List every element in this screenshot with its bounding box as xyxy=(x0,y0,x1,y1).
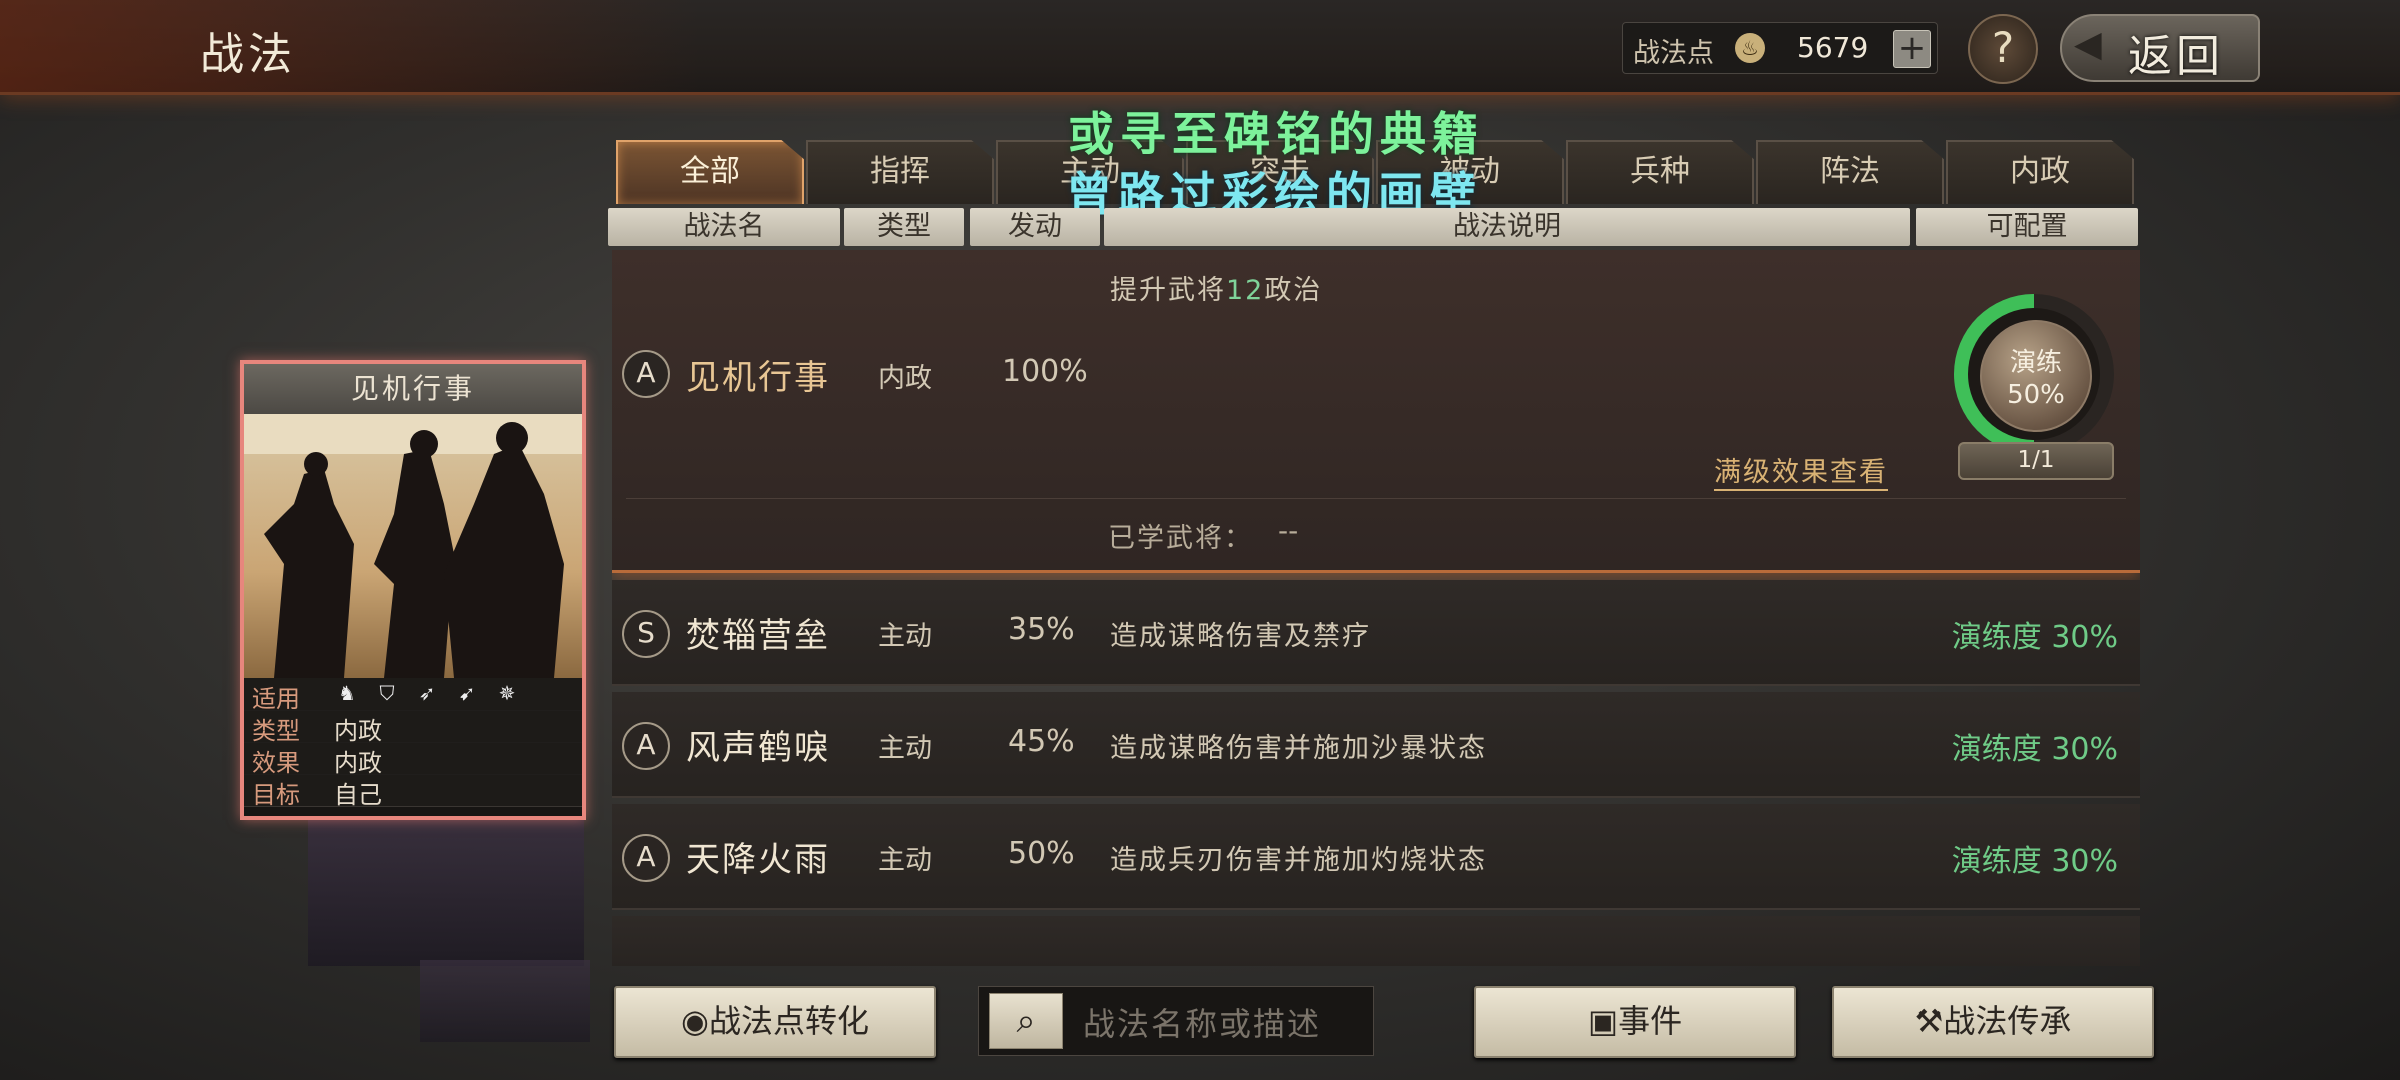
max-level-effect-link[interactable]: 满级效果查看 xyxy=(1714,450,1888,491)
search-box[interactable]: ⌕ 战法名称或描述 xyxy=(978,986,1374,1056)
type-label: 类型 xyxy=(252,717,300,745)
column-header-name[interactable]: 战法名 xyxy=(608,208,840,246)
events-label: 事件 xyxy=(1618,1002,1683,1040)
silhouette-art xyxy=(244,414,582,678)
train-label: 演练 xyxy=(2009,348,2062,378)
train-button[interactable]: 演练 50% xyxy=(1980,320,2092,432)
page-title: 战法 xyxy=(200,29,296,80)
learned-generals-label: 已学武将： xyxy=(1108,523,1253,554)
tactic-points-box: 战法点 ♨ 5679 + xyxy=(1622,22,1938,74)
tactic-description: 提升武将12政治 xyxy=(1110,268,1322,307)
effect-label: 效果 xyxy=(252,749,300,777)
tactic-type: 主动 xyxy=(878,733,932,764)
tactic-type: 主动 xyxy=(878,845,932,876)
flame-icon: ♨ xyxy=(1735,33,1765,63)
add-points-button[interactable]: + xyxy=(1893,30,1931,68)
tactic-list[interactable]: A 见机行事 内政 100% 提升武将12政治 满级效果查看 已学武将： -- … xyxy=(612,250,2140,966)
tactic-type: 内政 xyxy=(878,363,932,394)
tactic-name: 风声鹤唳 xyxy=(686,728,830,768)
inherit-button[interactable]: ⚒战法传承 xyxy=(1832,986,2154,1058)
tactic-name: 焚辎营垒 xyxy=(686,616,830,656)
train-count: 1/1 xyxy=(1958,442,2114,480)
tactic-description: 造成兵刃伤害并施加灼烧状态 xyxy=(1110,845,1487,876)
desc-suffix: 政治 xyxy=(1264,275,1323,306)
tactic-trigger-rate: 35% xyxy=(1008,612,1075,647)
grade-badge: A xyxy=(622,722,670,770)
search-icon[interactable]: ⌕ xyxy=(989,993,1063,1049)
card-row-applies: 适用 ♞ ⛉ ➶ ➹ ✵ xyxy=(244,678,582,713)
train-value: 50% xyxy=(2007,380,2065,410)
card-row-target: 目标 自己 xyxy=(244,774,582,809)
grade-badge: A xyxy=(622,834,670,882)
tab-troop[interactable]: 兵种 xyxy=(1566,140,1754,204)
stacked-card-shadow xyxy=(420,960,590,1042)
tactic-description: 造成谋略伤害并施加沙暴状态 xyxy=(1110,733,1487,764)
tactic-row[interactable]: A 天降火雨 主动 50% 造成兵刃伤害并施加灼烧状态 演练度 30% xyxy=(612,804,2140,910)
tactic-row[interactable]: A 风声鹤唳 主动 45% 造成谋略伤害并施加沙暴状态 演练度 30% xyxy=(612,692,2140,798)
spear-icon: ➹ xyxy=(458,681,476,705)
card-row-effect: 效果 内政 xyxy=(244,742,582,777)
events-button[interactable]: ▣事件 xyxy=(1474,986,1796,1058)
desc-number: 12 xyxy=(1226,275,1265,306)
cavalry-icon: ♞ xyxy=(338,681,356,705)
tactic-trigger-rate: 100% xyxy=(1002,354,1088,389)
points-value: 5679 xyxy=(1797,31,1869,64)
column-header-trigger[interactable]: 发动 xyxy=(970,208,1100,246)
tab-all[interactable]: 全部 xyxy=(616,140,804,204)
target-value: 自己 xyxy=(334,781,382,809)
card-title: 见机行事 xyxy=(244,364,582,414)
effect-value: 内政 xyxy=(334,749,382,777)
points-label: 战法点 xyxy=(1633,38,1714,69)
back-arrow-icon: ◀ xyxy=(2074,24,2102,65)
inherit-label: 战法传承 xyxy=(1943,1002,2072,1040)
selected-tactic-row[interactable]: A 见机行事 内政 100% 提升武将12政治 满级效果查看 已学武将： -- … xyxy=(612,250,2140,573)
column-header-configurable[interactable]: 可配置 xyxy=(1916,208,2138,246)
tactic-row[interactable]: S 焚辎营垒 主动 35% 造成谋略伤害及禁疗 演练度 30% xyxy=(612,580,2140,686)
search-input[interactable]: 战法名称或描述 xyxy=(1083,999,1321,1045)
convert-icon: ◉ xyxy=(681,1002,709,1040)
card-row-type: 类型 内政 xyxy=(244,710,582,745)
help-button[interactable]: ? xyxy=(1968,14,2038,84)
back-button[interactable]: ◀ 返回 xyxy=(2060,14,2260,82)
shield-icon: ⛉ xyxy=(379,681,395,705)
column-header-description: 战法说明 xyxy=(1104,208,1910,246)
card-artwork xyxy=(244,414,582,678)
grade-badge: S xyxy=(622,610,670,658)
wheel-icon: ✵ xyxy=(498,681,516,705)
bow-icon: ➶ xyxy=(418,681,436,705)
training-degree: 演练度 30% xyxy=(1951,844,2118,879)
type-value: 内政 xyxy=(334,717,382,745)
tab-command[interactable]: 指挥 xyxy=(806,140,994,204)
training-progress-ring: 演练 50% xyxy=(1954,294,2114,454)
convert-points-button[interactable]: ◉战法点转化 xyxy=(614,986,936,1058)
divider xyxy=(626,498,2126,499)
hammer-icon: ⚒ xyxy=(1914,1002,1944,1040)
tactic-card[interactable]: 见机行事 适用 ♞ ⛉ ➶ ➹ ✵ 类型 内政 效果 内政 目标 自己 xyxy=(240,360,586,820)
back-label: 返回 xyxy=(2128,31,2224,82)
top-bar-glow xyxy=(0,0,700,92)
tactic-description: 造成谋略伤害及禁疗 xyxy=(1110,621,1371,652)
target-label: 目标 xyxy=(252,781,300,809)
training-degree: 演练度 30% xyxy=(1951,620,2118,655)
tactic-type: 主动 xyxy=(878,621,932,652)
tactic-name: 见机行事 xyxy=(686,358,830,398)
column-header-type[interactable]: 类型 xyxy=(844,208,964,246)
grade-badge: A xyxy=(622,350,670,398)
tab-formation[interactable]: 阵法 xyxy=(1756,140,1944,204)
applies-label: 适用 xyxy=(252,685,300,713)
tab-internal[interactable]: 内政 xyxy=(1946,140,2134,204)
tactic-name: 天降火雨 xyxy=(686,840,830,880)
learned-generals-value: -- xyxy=(1278,514,1299,547)
convert-label: 战法点转化 xyxy=(708,1002,869,1040)
tactic-trigger-rate: 45% xyxy=(1008,724,1075,759)
notice-icon: ▣ xyxy=(1587,1002,1619,1040)
stacked-card-shadow xyxy=(308,816,584,966)
training-degree: 演练度 30% xyxy=(1951,732,2118,767)
overlay-text-line-1: 或寻至碑铭的典籍 xyxy=(1068,107,1484,161)
tactic-trigger-rate: 50% xyxy=(1008,836,1075,871)
tactic-row-partial[interactable] xyxy=(612,916,2140,966)
desc-prefix: 提升武将 xyxy=(1110,275,1226,306)
